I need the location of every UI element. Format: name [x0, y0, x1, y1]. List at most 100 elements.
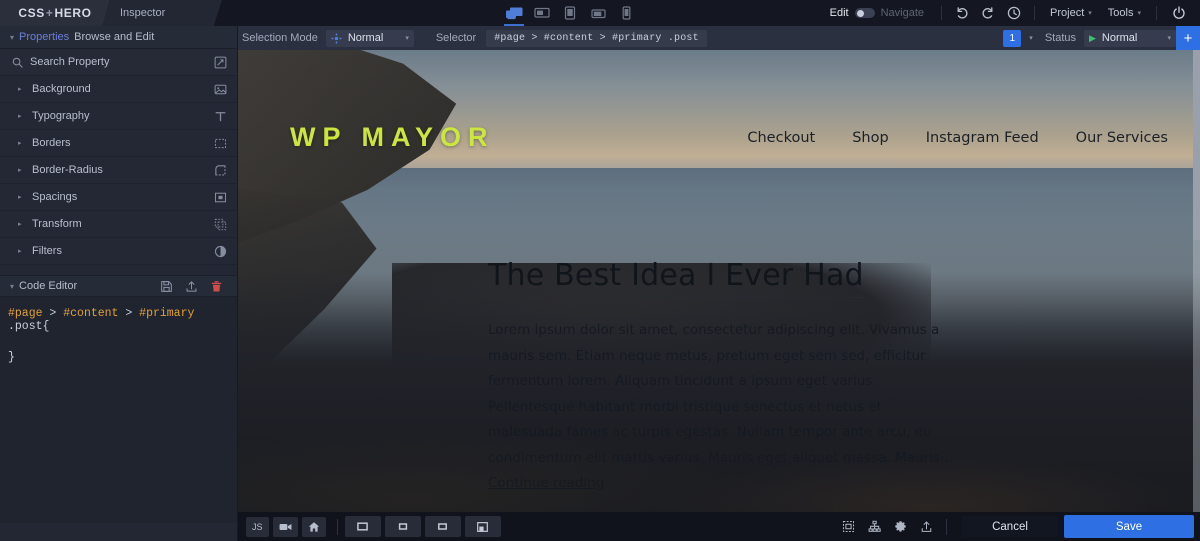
tab-inspector-label: Inspector	[120, 7, 165, 19]
device-tablet-landscape-button[interactable]	[584, 0, 612, 26]
device-mobile-button[interactable]	[612, 0, 640, 26]
properties-panel-header[interactable]: ▾ Properties Browse and Edit	[0, 26, 237, 48]
laptop-icon	[534, 7, 550, 19]
image-icon	[203, 83, 237, 96]
add-rule-button[interactable]: +	[1176, 26, 1200, 50]
post-excerpt: Lorem ipsum dolor sit amet, consectetur …	[488, 318, 958, 497]
nav-item-our-services[interactable]: Our Services	[1076, 130, 1168, 146]
nav-item-checkout[interactable]: Checkout	[747, 130, 815, 146]
property-row-filters[interactable]: ▸ Filters	[0, 238, 237, 265]
continue-reading-link[interactable]: Continue reading	[488, 475, 604, 491]
post-article[interactable]: The Best Idea I Ever Had Lorem ipsum dol…	[488, 258, 958, 497]
device-tablet-button[interactable]	[556, 0, 584, 26]
mode-switch[interactable]	[855, 8, 875, 18]
bottom-toolbar-right: Cancel Save	[835, 515, 1194, 539]
property-label: Filters	[32, 245, 203, 257]
selector-value-field[interactable]: #page > #content > #primary .post	[486, 30, 707, 47]
property-row-background[interactable]: ▸ Background	[0, 76, 237, 103]
tab-inspector[interactable]: Inspector	[102, 0, 222, 26]
edit-navigate-toggle[interactable]: Edit Navigate	[820, 7, 934, 19]
divider	[941, 6, 942, 20]
power-icon	[1172, 6, 1186, 20]
code-selector-primary: #primary	[139, 307, 194, 320]
post-excerpt-text: Lorem ipsum dolor sit amet, consectetur …	[488, 322, 953, 466]
project-menu-label: Project	[1050, 7, 1084, 19]
gear-icon	[894, 520, 907, 533]
trash-icon[interactable]	[210, 280, 223, 293]
code-editor-header[interactable]: ▾ Code Editor	[0, 275, 237, 297]
expand-arrow-icon: ▸	[18, 166, 32, 174]
property-row-transform[interactable]: ▸ Transform	[0, 211, 237, 238]
tools-menu[interactable]: Tools ▾	[1100, 7, 1149, 19]
home-button[interactable]	[302, 517, 326, 537]
rule-count-chevron-down-icon[interactable]: ▾	[1021, 34, 1041, 42]
frame-wide-button[interactable]	[345, 516, 381, 537]
dashed-square-icon	[203, 137, 237, 150]
property-label: Transform	[32, 218, 203, 230]
device-preview-group	[500, 0, 640, 26]
property-row-spacings[interactable]: ▸ Spacings	[0, 184, 237, 211]
chevron-down-icon: ▾	[1088, 9, 1092, 17]
chevron-down-icon: ▾	[1167, 34, 1171, 42]
frame-medium-button[interactable]	[425, 516, 461, 537]
undo-button[interactable]	[949, 0, 975, 26]
scrollbar-thumb[interactable]	[1193, 50, 1200, 240]
site-header: WP MAYOR Checkout Shop Instagram Feed Ou…	[238, 122, 1200, 153]
expand-arrow-icon: ▸	[18, 85, 32, 93]
properties-panel: ▾ Properties Browse and Edit Search Prop…	[0, 26, 238, 541]
search-property-row[interactable]: Search Property	[0, 49, 237, 76]
search-input[interactable]: Search Property	[30, 56, 203, 68]
frame-small-button[interactable]	[385, 516, 421, 537]
sitemap-button[interactable]	[861, 515, 887, 539]
post-title[interactable]: The Best Idea I Ever Had	[488, 258, 864, 298]
status-dropdown[interactable]: ▶ Normal ▾	[1084, 30, 1176, 47]
chevron-down-icon: ▾	[405, 34, 409, 42]
export-icon[interactable]	[185, 280, 198, 293]
device-laptop-button[interactable]	[528, 0, 556, 26]
upload-button[interactable]	[913, 515, 939, 539]
tools-menu-label: Tools	[1108, 7, 1134, 19]
app-logo-left: CSS	[18, 6, 44, 20]
save-button[interactable]: Save	[1064, 515, 1194, 538]
mobile-icon	[622, 6, 631, 20]
properties-title: Properties	[19, 31, 69, 43]
site-preview-frame[interactable]: WP MAYOR Checkout Shop Instagram Feed Ou…	[238, 50, 1200, 512]
image-frame-icon	[842, 520, 855, 533]
frame-panel-button[interactable]	[465, 516, 501, 537]
rule-count-badge[interactable]: 1	[1003, 30, 1021, 47]
settings-button[interactable]	[887, 515, 913, 539]
frame-small-icon	[398, 522, 408, 531]
code-editor-body[interactable]: #page > #content > #primary .post{ }	[0, 297, 237, 523]
nav-item-shop[interactable]: Shop	[852, 130, 888, 146]
history-button[interactable]	[1001, 0, 1027, 26]
project-menu[interactable]: Project ▾	[1042, 7, 1100, 19]
pencil-square-icon[interactable]	[203, 56, 237, 69]
property-row-borders[interactable]: ▸ Borders	[0, 130, 237, 157]
status-value: Normal	[1102, 32, 1137, 44]
undo-icon	[955, 6, 969, 20]
app-logo: CSS + HERO	[0, 0, 110, 26]
property-list: Search Property ▸ Background	[0, 48, 237, 265]
property-row-typography[interactable]: ▸ Typography	[0, 103, 237, 130]
preview-scrollbar[interactable]	[1193, 50, 1200, 512]
edit-label: Edit	[830, 7, 849, 19]
save-disk-icon[interactable]	[160, 280, 173, 293]
cancel-button[interactable]: Cancel	[962, 516, 1058, 537]
tablet-icon	[564, 6, 576, 20]
nav-item-instagram-feed[interactable]: Instagram Feed	[926, 130, 1039, 146]
property-row-border-radius[interactable]: ▸ Border-Radius	[0, 157, 237, 184]
video-button[interactable]	[273, 517, 298, 537]
code-editor-title: Code Editor	[19, 280, 77, 292]
navigate-label: Navigate	[881, 7, 924, 19]
device-desktop-button[interactable]	[500, 0, 528, 26]
image-frame-button[interactable]	[835, 515, 861, 539]
site-logo[interactable]: WP MAYOR	[290, 122, 495, 153]
redo-button[interactable]	[975, 0, 1001, 26]
divider	[1034, 6, 1035, 20]
selection-mode-dropdown[interactable]: Normal ▾	[326, 30, 414, 47]
js-toggle-button[interactable]: JS	[246, 517, 269, 537]
power-button[interactable]	[1164, 6, 1194, 20]
code-line-1: #page > #content > #primary .post{	[8, 307, 229, 333]
collapse-caret-icon: ▾	[10, 33, 14, 42]
code-selector-class: .post{	[8, 320, 49, 333]
